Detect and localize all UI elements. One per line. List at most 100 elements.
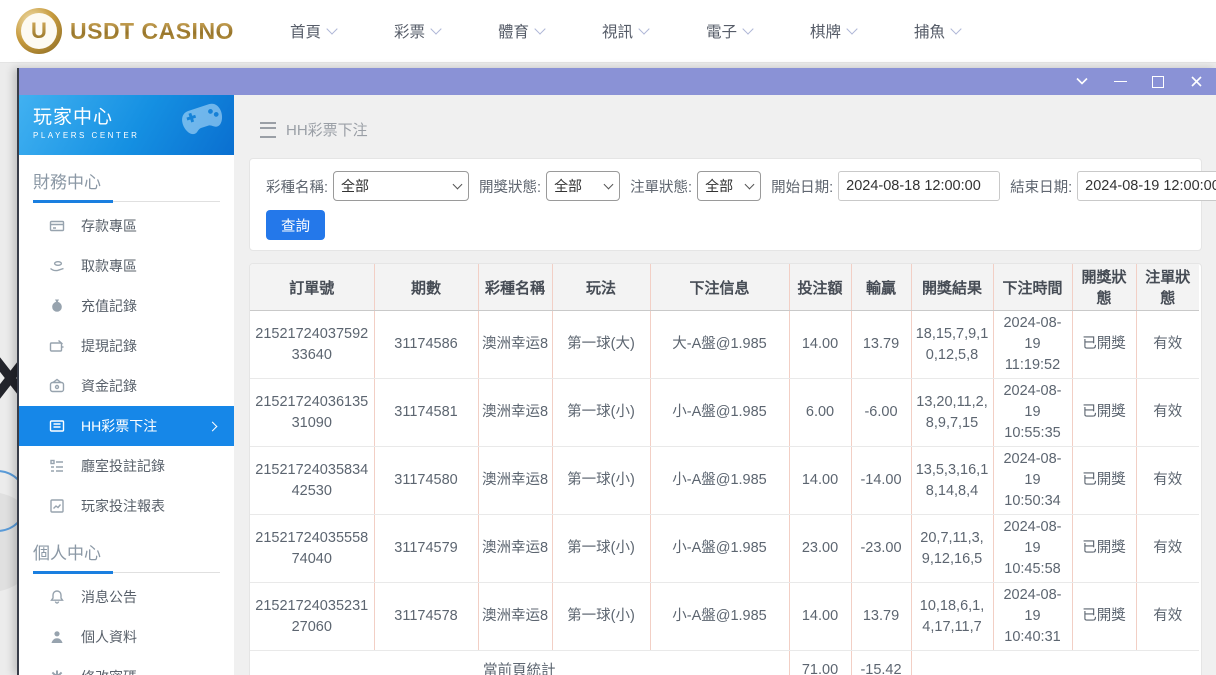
select-value: 全部 [705, 178, 734, 194]
nav-item-lottery[interactable]: 彩票 [393, 20, 442, 42]
list-check-icon [49, 458, 65, 474]
sidebar-item-change-password[interactable]: 修改密碼 [19, 657, 234, 675]
nav-label: 首頁 [289, 24, 321, 41]
purse-icon [49, 378, 65, 394]
draw-status-label: 開獎狀態: [479, 179, 542, 196]
table-cell: 小-A盤@1.985 [649, 446, 789, 515]
table-cell: 有效 [1135, 446, 1199, 515]
lottery-type-select[interactable]: 全部 [333, 171, 470, 201]
column-header: 彩種名稱 [477, 264, 552, 311]
gear-icon [49, 669, 65, 675]
nav-item-board-games[interactable]: 棋牌 [810, 20, 858, 42]
query-button[interactable]: 查詢 [266, 210, 325, 240]
table-cell: 31174579 [373, 514, 478, 583]
sidebar-item-label: 提現記錄 [81, 338, 137, 354]
nav-item-slots[interactable]: 電子 [706, 20, 754, 42]
table-cell: 2152172403613531090 [250, 378, 374, 447]
breadcrumb: HH彩票下注 [234, 95, 1216, 158]
table-cell: 2152172403555874040 [250, 514, 374, 583]
report-chart-icon [49, 498, 65, 514]
chevron-down-icon [950, 23, 962, 35]
sidebar-item-announcements[interactable]: 消息公告 [19, 577, 234, 617]
table-cell: 10,18,6,1,4,17,11,7 [910, 582, 993, 651]
chevron-down-icon [534, 23, 546, 35]
chevron-down-icon [638, 23, 650, 35]
order-status-select[interactable]: 全部 [697, 171, 762, 201]
sidebar-item-profile[interactable]: 個人資料 [19, 617, 234, 657]
summary-row: 當前頁統計 71.00 -15.42 [250, 650, 1199, 675]
collapse-icon[interactable] [1074, 74, 1090, 90]
main-menu: 首頁 彩票 體育 視訊 電子 棋牌 捕魚 [289, 20, 962, 42]
column-header: 下注信息 [649, 264, 789, 311]
start-date-input[interactable] [838, 171, 1001, 201]
table-cell: 澳洲幸运8 [477, 446, 552, 515]
table-cell: 14.00 [788, 582, 851, 651]
chevron-down-icon [452, 179, 463, 189]
bets-table-panel: 訂單號 期數 彩種名稱 玩法 下注信息 投注額 輸贏 開獎結果 下注時間 開獎狀態 注單狀態 2152… [249, 263, 1202, 675]
minimize-icon[interactable] [1112, 74, 1128, 90]
sidebar-item-recharge-record[interactable]: 充值記錄 [19, 286, 234, 326]
player-center-window: 玩家中心 PLAYERS CENTER 財務中心 存款專區 取款專區 充值記錄 … [17, 68, 1216, 675]
nav-label: 視訊 [602, 24, 634, 41]
nav-item-live-video[interactable]: 視訊 [602, 20, 650, 42]
nav-label: 體育 [497, 24, 529, 41]
table-cell: 31174581 [373, 378, 478, 447]
bets-table: 訂單號 期數 彩種名稱 玩法 下注信息 投注額 輸贏 開獎結果 下注時間 開獎狀態 注單狀態 2152… [250, 264, 1199, 675]
table-cell: 已開獎 [1071, 310, 1136, 379]
table-cell: 澳洲幸运8 [477, 514, 552, 583]
section-divider [33, 571, 220, 574]
ticket-list-icon [49, 418, 65, 434]
sidebar-item-deposit[interactable]: 存款專區 [19, 206, 234, 246]
nav-item-fishing[interactable]: 捕魚 [914, 20, 962, 42]
page-title: HH彩票下注 [286, 122, 368, 139]
nav-item-sports[interactable]: 體育 [497, 20, 546, 42]
nav-item-home[interactable]: 首頁 [289, 20, 338, 42]
sidebar-item-label: 消息公告 [81, 589, 137, 605]
table-cell: 澳洲幸运8 [477, 310, 552, 379]
user-icon [49, 629, 65, 645]
table-cell: 2024-08-19 10:40:31 [992, 582, 1072, 651]
sidebar-item-funds-record[interactable]: 資金記錄 [19, 366, 234, 406]
summary-label: 當前頁統計 [250, 650, 789, 675]
window-titlebar [19, 68, 1216, 95]
table-cell: 第一球(小) [551, 378, 650, 447]
table-cell: 23.00 [788, 514, 851, 583]
sidebar-item-withdraw-record[interactable]: 提現記錄 [19, 326, 234, 366]
nav-label: 彩票 [393, 24, 425, 41]
hamburger-icon[interactable] [260, 121, 276, 138]
table-cell: 14.00 [788, 310, 851, 379]
brand-logo[interactable]: U USDT CASINO [16, 8, 234, 54]
table-cell: 2152172403759233640 [250, 310, 374, 379]
table-row: 2152172403555874040 31174579 澳洲幸运8 第一球(小) 小-… [250, 514, 1199, 583]
sidebar-item-label: HH彩票下注 [81, 418, 158, 434]
summary-bet-total: 71.00 [788, 650, 851, 675]
sidebar-item-hh-lottery-bets[interactable]: HH彩票下注 [19, 406, 234, 446]
column-header: 注單狀態 [1135, 264, 1199, 311]
table-cell: 31174578 [373, 582, 478, 651]
table-cell: 第一球(大) [551, 310, 650, 379]
sidebar-item-player-bet-report[interactable]: 玩家投注報表 [19, 486, 234, 526]
section-title-personal: 個人中心 [33, 544, 101, 563]
sidebar-item-withdraw[interactable]: 取款專區 [19, 246, 234, 286]
table-row: 2152172403613531090 31174581 澳洲幸运8 第一球(小) 小-… [250, 378, 1199, 447]
draw-status-select[interactable]: 全部 [546, 171, 621, 201]
maximize-icon[interactable] [1150, 74, 1166, 90]
summary-empty-cell [910, 650, 1199, 675]
logo-letter: U [31, 18, 47, 43]
sidebar-item-label: 取款專區 [81, 258, 137, 274]
chevron-down-icon [326, 23, 338, 35]
end-date-input[interactable] [1077, 171, 1216, 201]
table-cell: 2024-08-19 11:19:52 [992, 310, 1072, 379]
table-cell: 有效 [1135, 514, 1199, 583]
table-cell: 13,5,3,16,18,14,8,4 [910, 446, 993, 515]
sidebar-item-label: 玩家投注報表 [81, 498, 165, 514]
sidebar: 玩家中心 PLAYERS CENTER 財務中心 存款專區 取款專區 充值記錄 … [19, 95, 234, 675]
table-cell: -6.00 [850, 378, 911, 447]
start-date-label: 開始日期: [771, 179, 834, 196]
column-header: 玩法 [551, 264, 650, 311]
table-cell: 已開獎 [1071, 378, 1136, 447]
close-icon[interactable] [1188, 74, 1204, 90]
sidebar-item-hall-bet-record[interactable]: 廳室投註記錄 [19, 446, 234, 486]
main-content: HH彩票下注 彩種名稱: 全部 開獎狀態: 全部 注單狀態: 全部 開始日期: … [234, 95, 1216, 675]
chevron-down-icon [744, 179, 755, 189]
